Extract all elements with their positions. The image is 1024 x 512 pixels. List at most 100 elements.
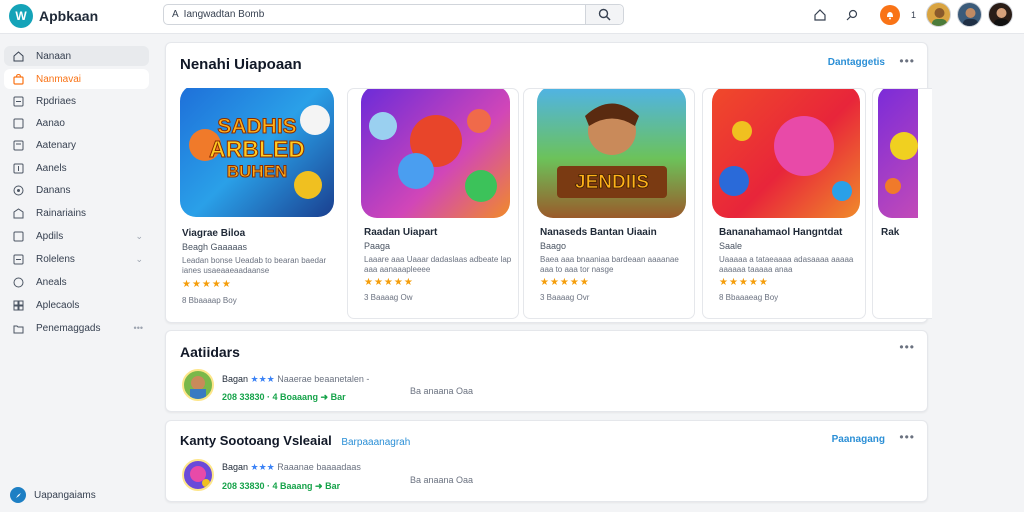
- square-icon: [13, 254, 24, 265]
- app-card[interactable]: Bananahamaol Hangntdat Saale Uaaaaa a ta…: [702, 88, 866, 319]
- square-icon: [13, 163, 24, 174]
- pin-icon[interactable]: [843, 6, 861, 24]
- app-card-rating: ★★★★★: [719, 277, 769, 288]
- svg-text:BUHEN: BUHEN: [227, 162, 287, 181]
- sidebar-item-9[interactable]: Apdils ⌄: [4, 226, 149, 246]
- svg-text:ARBLED: ARBLED: [209, 136, 305, 162]
- app-card-subtitle: Beagh Gaaaaas: [182, 242, 248, 252]
- sidebar-item-6[interactable]: Aanels: [4, 158, 149, 178]
- list-item-name: Bagan: [222, 462, 249, 472]
- sidebar-item-11[interactable]: Aneals: [4, 272, 149, 292]
- app-card[interactable]: Rak: [872, 88, 932, 319]
- sidebar-item-3[interactable]: Rpdriaes: [4, 91, 149, 111]
- sidebar-item-label: Rpdriaes: [36, 95, 77, 107]
- list-item-stats: 208 33830 · 4 Baaang ➜ Bar: [222, 481, 341, 491]
- search-button[interactable]: [585, 5, 623, 24]
- sidebar-item-label: Nanmavai: [36, 73, 82, 85]
- app-avatar[interactable]: [182, 459, 214, 491]
- app-card-description: Uaaaaa a tataeaaaa adasaaaa aaaaa aaaaaa…: [719, 255, 854, 274]
- more-options-icon[interactable]: •••: [899, 54, 915, 68]
- app-name[interactable]: Apbkaan: [39, 8, 98, 24]
- app-card[interactable]: JENDIIS Nanaseds Bantan Uiaain Baago Bae…: [523, 88, 695, 319]
- list-item[interactable]: Bagan ★★★ Naaerae beaanetalen -: [222, 374, 369, 385]
- section-title-text: Kanty Sootoang Vsleaial: [180, 433, 332, 448]
- sidebar-bottom-item[interactable]: Uapangaiams: [10, 487, 96, 503]
- sidebar-item-label: Nanaan: [36, 50, 72, 62]
- app-avatar[interactable]: [182, 369, 214, 401]
- app-thumbnail: JENDIIS: [537, 89, 686, 218]
- app-thumbnail: [712, 89, 860, 218]
- top-bar: W Apbkaan 1: [0, 0, 1024, 34]
- more-icon[interactable]: •••: [134, 323, 143, 333]
- sidebar-item-home[interactable]: Nanaan: [4, 46, 149, 66]
- list-item[interactable]: Bagan ★★★ Raaanae baaaadaas: [222, 462, 361, 473]
- sidebar-item-label: Rainariains: [36, 207, 87, 219]
- app-thumbnail: [878, 89, 918, 218]
- featured-panel: Nenahi Uiapoaan Dantaggetis ••• SADHIS A…: [165, 42, 932, 323]
- square-icon: [13, 118, 24, 129]
- app-card[interactable]: SADHIS ARBLED BUHEN Viagrae Biloa Beagh …: [166, 88, 342, 319]
- sidebar: Nanaan Nanmavai Rpdriaes Aanao Aatenary …: [0, 34, 157, 512]
- sidebar-item-store[interactable]: Nanmavai: [4, 69, 149, 89]
- sidebar-bottom-label: Uapangaiams: [34, 489, 96, 501]
- sidebar-item-10[interactable]: Rolelens ⌄: [4, 249, 149, 269]
- app-logo-icon[interactable]: W: [9, 4, 33, 28]
- sidebar-item-4[interactable]: Aanao: [4, 113, 149, 133]
- compass-icon: [10, 487, 26, 503]
- section-panel: Kanty Sootoang Vsleaial Barpaaanagrah Pa…: [165, 420, 928, 502]
- sidebar-item-label: Aplecaols: [36, 299, 80, 311]
- app-card-meta: 3 Baaaag Ovr: [540, 293, 590, 302]
- section-panel: Aatiidars ••• Bagan ★★★ Naaerae beaaneta…: [165, 330, 928, 412]
- chevron-down-icon[interactable]: ⌄: [135, 231, 143, 242]
- square-icon: [13, 96, 24, 107]
- grid-icon: [13, 300, 24, 311]
- list-item-description: Naaerae beaanetalen -: [277, 374, 370, 384]
- chevron-down-icon[interactable]: ⌄: [135, 254, 143, 265]
- square-icon: [13, 140, 24, 151]
- list-item-extra: Ba anaana Oaa: [410, 386, 474, 396]
- see-more-link[interactable]: Dantaggetis: [828, 57, 885, 68]
- app-card-description: Baea aaa bnaaniaa bardeaan aaaanae aaa t…: [540, 255, 679, 274]
- app-card-subtitle: Paaga: [364, 241, 391, 251]
- list-item-stats: 208 33830 · 4 Boaaang ➜ Bar: [222, 392, 346, 402]
- bell-icon[interactable]: [880, 5, 900, 25]
- sidebar-item-label: Rolelens: [36, 253, 75, 265]
- app-card-title: Nanaseds Bantan Uiaain: [540, 227, 657, 238]
- circle-icon: [13, 277, 24, 288]
- sidebar-item-label: Penemaggads: [36, 322, 101, 334]
- sidebar-item-label: Aneals: [36, 276, 67, 288]
- app-card-meta: 8 Bbaaaap Boy: [182, 296, 237, 305]
- svg-text:JENDIIS: JENDIIS: [575, 172, 649, 193]
- list-item-description: Raaanae baaaadaas: [277, 462, 361, 472]
- sidebar-item-8[interactable]: Rainariains: [4, 203, 149, 223]
- sidebar-item-label: Aanels: [36, 162, 67, 174]
- sidebar-item-12[interactable]: Aplecaols: [4, 295, 149, 315]
- sidebar-item-7[interactable]: Danans: [4, 180, 149, 200]
- search-box[interactable]: [163, 4, 624, 25]
- app-card[interactable]: Raadan Uiapart Paaga Laaare aaa Uaaar da…: [347, 88, 519, 319]
- app-card-meta: 8 Bbaaaeag Boy: [719, 293, 779, 302]
- sidebar-item-5[interactable]: Aatenary: [4, 135, 149, 155]
- avatar[interactable]: [926, 2, 951, 27]
- avatar[interactable]: [957, 2, 982, 27]
- section-subtitle[interactable]: Barpaaanagrah: [341, 437, 410, 448]
- section-title: Aatiidars: [180, 344, 240, 360]
- app-card-description: Laaare aaa Uaaar dadaslaas adbeate lap a…: [364, 255, 512, 274]
- home-icon: [13, 50, 24, 62]
- more-options-icon[interactable]: •••: [899, 340, 915, 354]
- search-input[interactable]: [172, 5, 582, 24]
- store-icon: [13, 73, 24, 85]
- avatar[interactable]: [988, 2, 1013, 27]
- panel-title: Nenahi Uiapoaan: [180, 56, 302, 73]
- sidebar-item-label: Danans: [36, 184, 71, 196]
- star-rating: ★★★: [250, 374, 275, 384]
- app-card-subtitle: Baago: [540, 241, 567, 251]
- home-outline-icon[interactable]: [811, 6, 829, 24]
- sidebar-item-label: Aanao: [36, 117, 65, 129]
- app-card-subtitle: Saale: [719, 241, 743, 251]
- sidebar-item-13[interactable]: Penemaggads •••: [4, 318, 149, 338]
- more-options-icon[interactable]: •••: [899, 430, 915, 444]
- sidebar-item-label: Aatenary: [36, 139, 77, 151]
- notification-count: 1: [911, 10, 917, 20]
- see-more-link[interactable]: Paanagang: [832, 434, 885, 445]
